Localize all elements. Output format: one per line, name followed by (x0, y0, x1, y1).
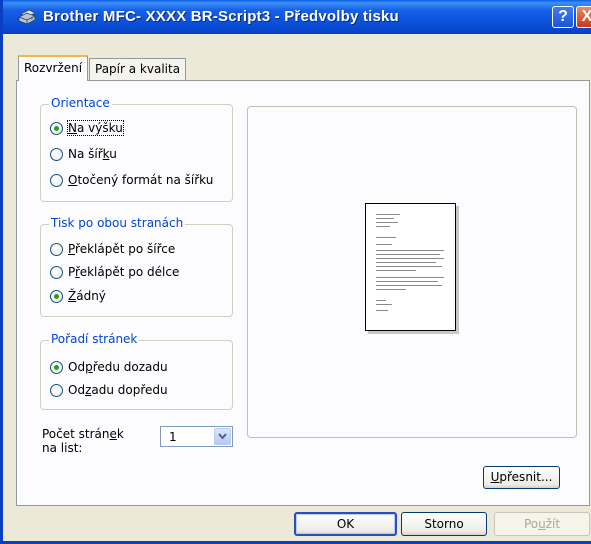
help-button[interactable]: ? (552, 6, 574, 28)
page-preview-icon (365, 203, 456, 331)
duplex-legend: Tisk po obou stranách (49, 216, 186, 230)
radio-button-checked (50, 360, 63, 374)
radio-button (50, 147, 63, 161)
apply-button[interactable]: Použít (494, 512, 590, 536)
pages-per-sheet-value: 1 (169, 430, 177, 444)
page-order-group: Pořadí stránek (40, 332, 233, 410)
duplex-none-label: Žádný (68, 289, 106, 303)
radio-button-checked (50, 121, 63, 135)
duplex-none-radio[interactable]: Žádný (50, 289, 106, 303)
chevron-down-icon[interactable] (214, 428, 231, 445)
tab-paper-quality[interactable]: Papír a kvalita (89, 58, 187, 80)
tab-layout[interactable]: Rozvržení (18, 55, 89, 81)
orientation-rotated-label: Otočený formát na šířku (68, 173, 214, 187)
printer-icon (18, 9, 36, 25)
orientation-landscape-radio[interactable]: Na šířku (50, 147, 117, 161)
page-order-back-to-front-radio[interactable]: Odzadu dopředu (50, 383, 168, 397)
orientation-legend: Orientace (49, 96, 112, 110)
page-order-back-label: Odzadu dopředu (68, 383, 168, 397)
duplex-flip-long-label: Překlápět po délce (68, 265, 180, 279)
orientation-landscape-label: Na šířku (68, 147, 117, 161)
print-preferences-dialog: Brother MFC- XXXX BR-Script3 - Předvolby… (0, 0, 591, 544)
duplex-flip-short-radio[interactable]: Překlápět po šířce (50, 242, 175, 256)
radio-button (50, 265, 63, 279)
pages-per-sheet-select[interactable]: 1 (160, 426, 233, 447)
page-order-legend: Pořadí stránek (49, 332, 140, 346)
ok-button[interactable]: OK (294, 512, 397, 536)
tab-paper-quality-label: Papír a kvalita (95, 62, 181, 76)
pages-per-sheet-label: Počet stránek na list: (42, 427, 124, 455)
radio-button (50, 173, 63, 187)
orientation-portrait-radio[interactable]: Na výšku (50, 120, 124, 136)
radio-button (50, 383, 63, 397)
orientation-rotated-landscape-radio[interactable]: Otočený formát na šířku (50, 173, 213, 187)
orientation-portrait-label: Na výšku (67, 120, 124, 136)
radio-button (50, 242, 63, 256)
duplex-flip-short-label: Překlápět po šířce (68, 242, 176, 256)
window-title: Brother MFC- XXXX BR-Script3 - Předvolby… (43, 8, 399, 25)
cancel-button[interactable]: Storno (401, 512, 487, 536)
advanced-button[interactable]: Upřesnit... (483, 466, 560, 489)
page-order-front-label: Odpředu dozadu (68, 360, 168, 374)
close-button[interactable]: X (576, 6, 591, 28)
tab-layout-label: Rozvržení (24, 61, 83, 75)
duplex-flip-long-radio[interactable]: Překlápět po délce (50, 265, 179, 279)
radio-button-checked (50, 289, 63, 303)
page-order-front-to-back-radio[interactable]: Odpředu dozadu (50, 360, 168, 374)
title-bar[interactable]: Brother MFC- XXXX BR-Script3 - Předvolby… (3, 0, 591, 34)
